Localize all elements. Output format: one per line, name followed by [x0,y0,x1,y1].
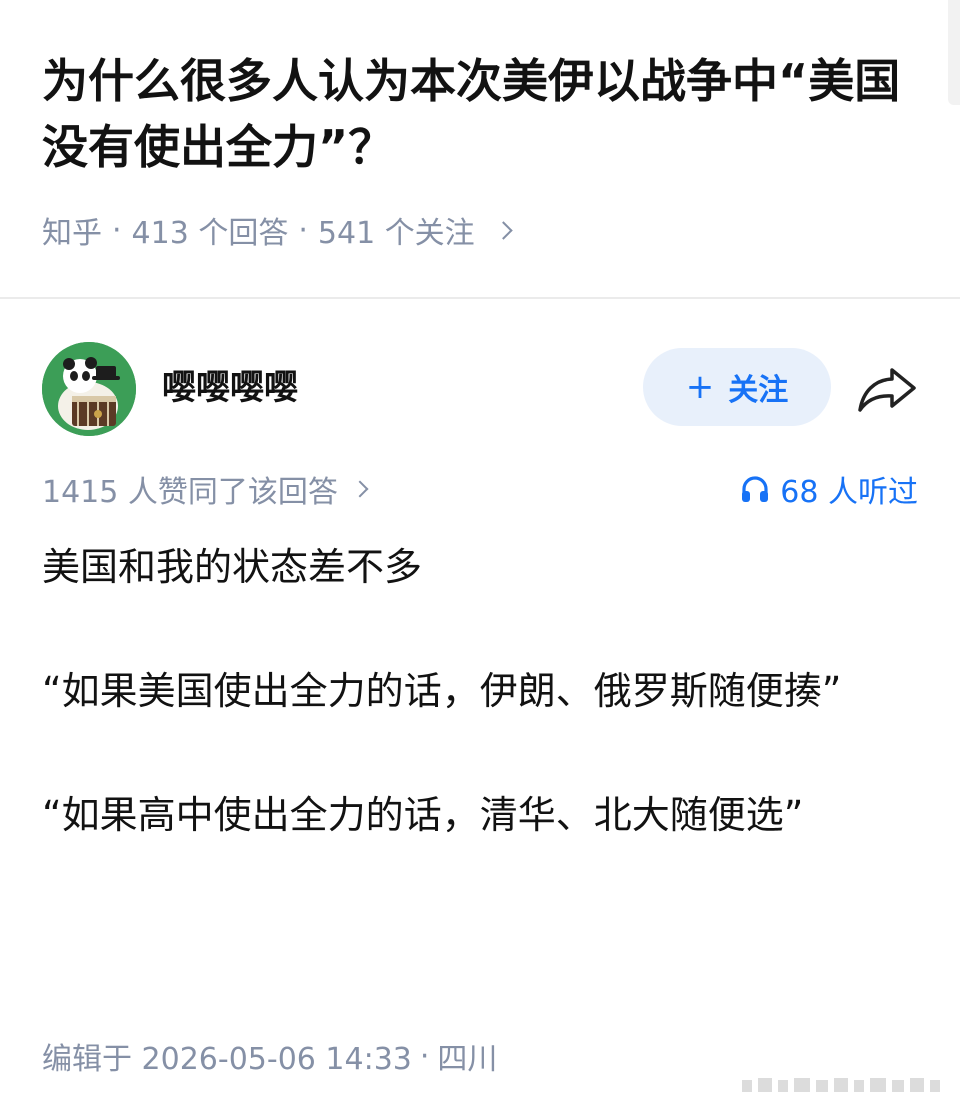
chevron-right-icon [493,220,513,240]
upvote-count: 1415 人赞同了该回答 [42,475,338,510]
zhihu-answer-page: 为什么很多人认为本次美伊以战争中“美国没有使出全力”？ 知乎 · 413 个回答… [0,0,960,1110]
question-meta[interactable]: 知乎 · 413 个回答 · 541 个关注 [42,208,513,252]
listen-summary[interactable]: 68 人听过 [740,466,918,512]
answer-paragraph: “如果高中使出全力的话，清华、北大随便选” [42,793,804,837]
listen-count: 68 人听过 [780,475,918,510]
answer-author-bar: 嘤嘤嘤嘤 + 关注 [0,330,960,450]
answer-paragraph: “如果美国使出全力的话，伊朗、俄罗斯随便揍” [42,669,842,713]
meta-separator: · [112,212,122,248]
edit-time: 编辑于 2026-05-06 14:33 [42,1042,412,1077]
answer-content: 美国和我的状态差不多 “如果美国使出全力的话，伊朗、俄罗斯随便揍” “如果高中使… [42,536,922,846]
author-avatar[interactable] [42,342,136,436]
answer-paragraph: 美国和我的状态差不多 [42,545,423,589]
upvote-summary[interactable]: 1415 人赞同了该回答 [42,466,369,512]
followers-count: 541 个关注 [317,216,475,251]
question-title[interactable]: 为什么很多人认为本次美伊以战争中“美国没有使出全力”？ [42,48,902,180]
headphones-icon [742,476,769,502]
plus-icon: + [685,367,715,407]
edit-info: 编辑于 2026-05-06 14:33 · 四川 [42,1034,497,1078]
edit-location: 四川 [437,1042,498,1077]
watermark-graphic [742,1078,940,1092]
follow-button-label: 关注 [728,373,789,408]
edit-separator: · [419,1038,430,1074]
source-label: 知乎 [42,216,102,251]
author-name[interactable]: 嘤嘤嘤嘤 [162,364,298,412]
share-arrow-icon[interactable] [856,364,918,416]
meta-separator: · [298,212,308,248]
panda-avatar-icon [42,342,136,436]
question-header: 为什么很多人认为本次美伊以战争中“美国没有使出全力”？ 知乎 · 413 个回答… [0,0,960,298]
follow-button[interactable]: + 关注 [643,348,831,426]
chevron-right-icon [351,480,369,498]
section-divider [0,297,960,299]
answer-stats: 1415 人赞同了该回答 68 人听过 [0,466,960,512]
answers-count: 413 个回答 [131,216,289,251]
